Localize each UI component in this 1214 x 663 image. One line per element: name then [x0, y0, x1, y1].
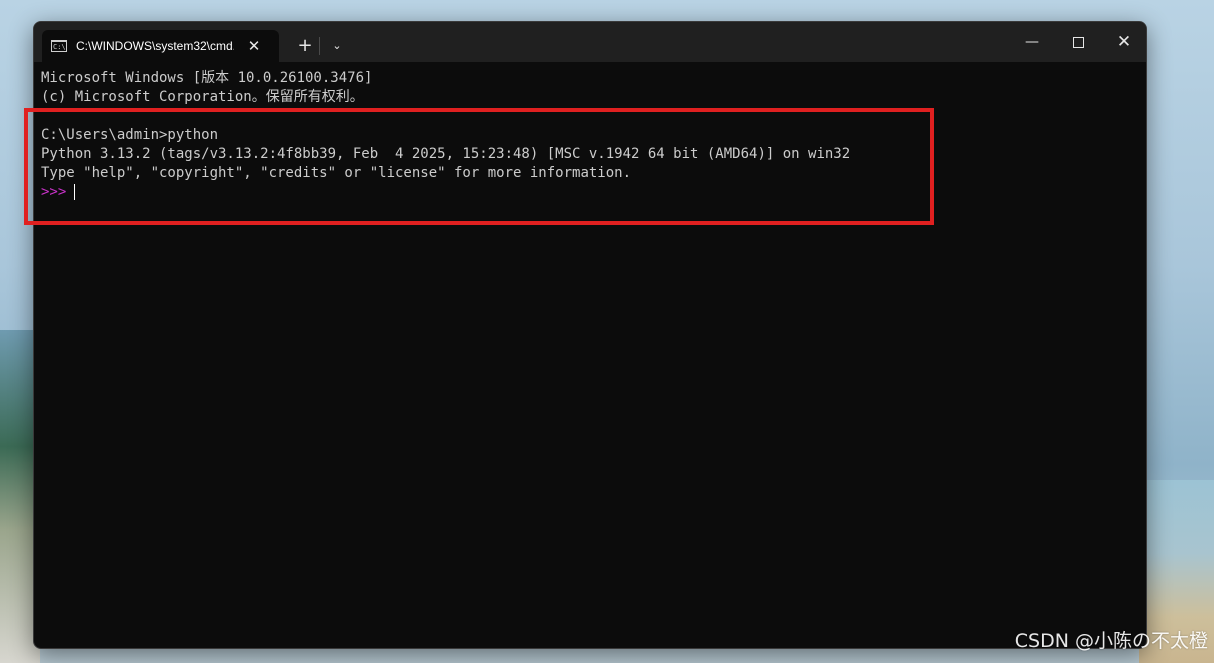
new-tab-button[interactable]: + [291, 32, 319, 60]
divider [319, 37, 320, 55]
tab-cmd[interactable]: C:\. C:\WINDOWS\system32\cmd.exe ✕ [42, 30, 279, 62]
close-button[interactable]: ✕ [1101, 22, 1146, 62]
title-bar[interactable]: C:\. C:\WINDOWS\system32\cmd.exe ✕ + ⌄ —… [34, 22, 1146, 62]
highlight-box [24, 108, 934, 225]
maximize-icon [1072, 37, 1084, 48]
tab-close-icon[interactable]: ✕ [244, 37, 264, 55]
chevron-down-icon[interactable]: ⌄ [324, 32, 350, 60]
minimize-button[interactable]: — [1009, 22, 1055, 62]
output-line: (c) Microsoft Corporation。保留所有权利。 [41, 89, 364, 105]
cmd-icon: C:\. [51, 40, 67, 52]
output-line: Microsoft Windows [版本 10.0.26100.3476] [41, 70, 373, 86]
watermark: CSDN @小陈の不太橙 [1014, 630, 1208, 652]
tab-title: C:\WINDOWS\system32\cmd.exe [76, 39, 234, 53]
maximize-button[interactable] [1055, 22, 1101, 62]
